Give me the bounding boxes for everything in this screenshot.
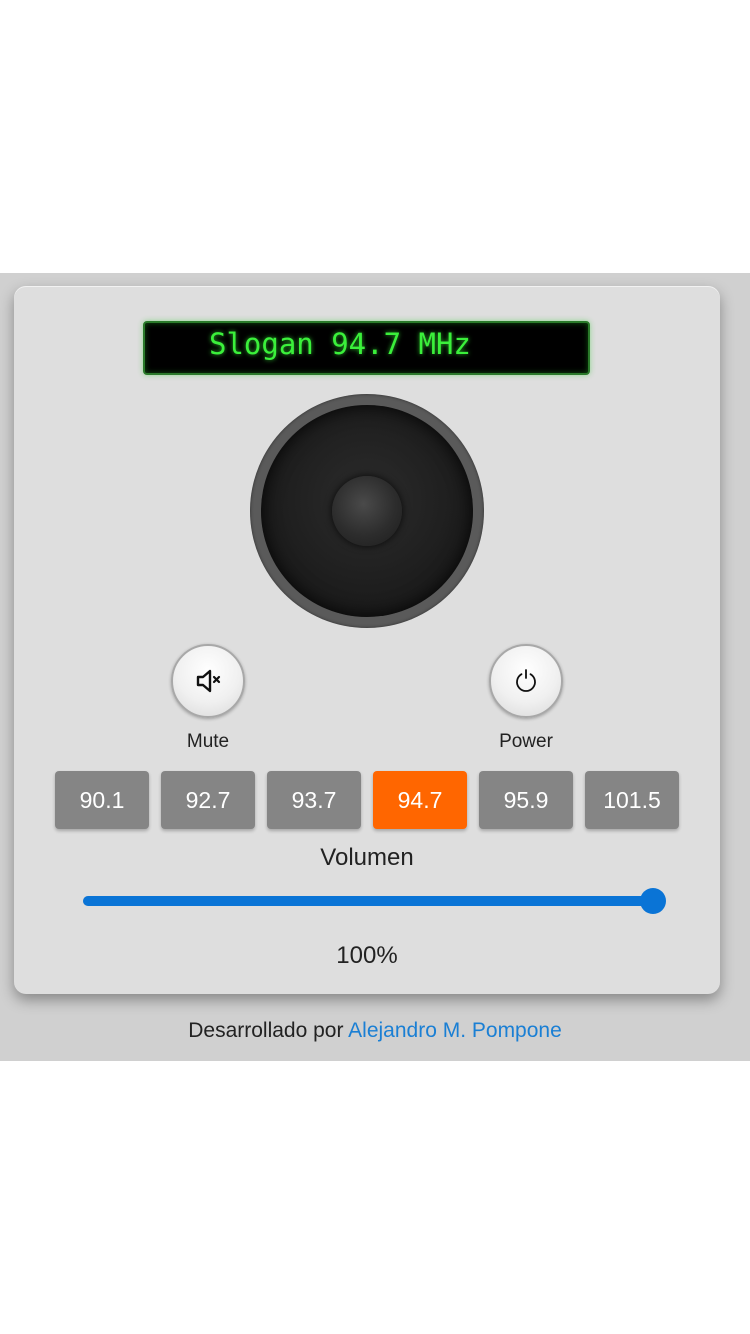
volume-slider-fill: [83, 896, 653, 906]
speaker-dust-cap: [332, 476, 402, 546]
mute-button[interactable]: [171, 644, 245, 718]
volume-title: Volumen: [320, 844, 414, 871]
footer: Desarrollado por Alejandro M. Pompone: [0, 1019, 750, 1043]
preset-button[interactable]: 95.9: [479, 771, 573, 829]
preset-button[interactable]: 93.7: [267, 771, 361, 829]
radio-panel: Slogan 94.7 MHz Mute Power 90.1 92.7 93.…: [14, 286, 720, 994]
preset-button[interactable]: 92.7: [161, 771, 255, 829]
power-button[interactable]: [489, 644, 563, 718]
speaker: [250, 394, 484, 628]
preset-button[interactable]: 90.1: [55, 771, 149, 829]
footer-prefix: Desarrollado por: [188, 1019, 344, 1042]
mute-label: Mute: [186, 731, 230, 752]
preset-button-active[interactable]: 94.7: [373, 771, 467, 829]
author-link[interactable]: Alejandro M. Pompone: [348, 1019, 562, 1042]
power-label: Power: [499, 731, 553, 752]
power-icon: [516, 669, 536, 692]
speaker-cone: [261, 405, 473, 617]
preset-buttons: 90.1 92.7 93.7 94.7 95.9 101.5: [55, 771, 681, 829]
volume-slider[interactable]: [83, 888, 666, 914]
radio-stage: Slogan 94.7 MHz Mute Power 90.1 92.7 93.…: [0, 273, 750, 1061]
frequency-display: Slogan 94.7 MHz: [143, 321, 590, 375]
volume-slider-thumb[interactable]: [640, 888, 666, 914]
preset-button[interactable]: 101.5: [585, 771, 679, 829]
display-text: Slogan 94.7 MHz: [209, 327, 471, 361]
volume-value: 100%: [336, 942, 398, 969]
speaker-mute-icon: [196, 669, 221, 693]
